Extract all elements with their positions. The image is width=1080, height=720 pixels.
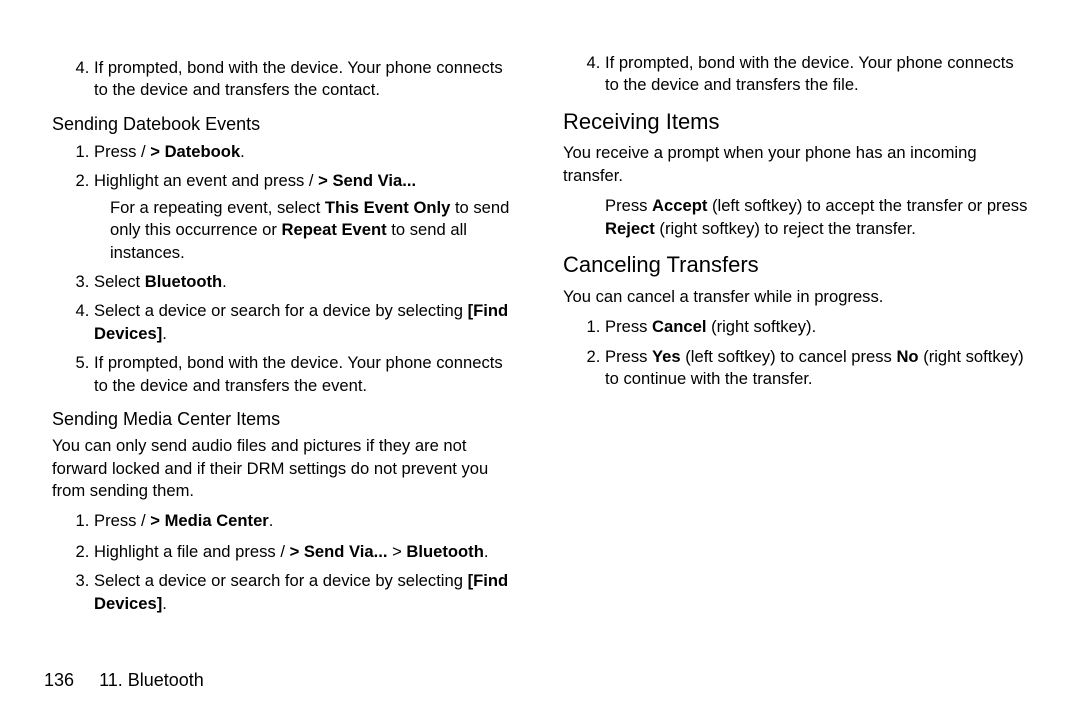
text: (left softkey) to accept the transfer or… xyxy=(707,196,1027,215)
heading-sending-datebook: Sending Datebook Events xyxy=(52,112,517,136)
chapter-title: 11. Bluetooth xyxy=(99,670,204,690)
text: > xyxy=(387,542,406,561)
canceling-text: You can cancel a transfer while in progr… xyxy=(563,286,1028,308)
text: . xyxy=(222,272,227,291)
text: Press xyxy=(605,196,652,215)
text: Select a device or search for a device b… xyxy=(94,571,468,590)
bold: Bluetooth xyxy=(406,542,483,561)
cancel-step-1: Press Cancel (right softkey). xyxy=(605,316,1028,338)
bold: This Event Only xyxy=(325,198,450,217)
content-columns: If prompted, bond with the device. Your … xyxy=(52,52,1028,638)
bold: > Send Via... xyxy=(290,542,388,561)
text: For a repeating event, select xyxy=(110,198,325,217)
text: Highlight a file and press / xyxy=(94,542,285,561)
text: Highlight an event and press / xyxy=(94,171,314,190)
datebook-step-5: If prompted, bond with the device. Your … xyxy=(94,352,517,397)
media-intro: You can only send audio files and pictur… xyxy=(52,435,517,502)
bold: > Datebook xyxy=(150,142,240,161)
media-step-1: Press / > Media Center. xyxy=(94,510,517,532)
heading-canceling: Canceling Transfers xyxy=(563,250,1028,280)
sub-note: For a repeating event, select This Event… xyxy=(110,197,517,264)
media-step-3: Select a device or search for a device b… xyxy=(94,570,517,615)
datebook-steps: Press / > Datebook. Highlight an event a… xyxy=(62,141,517,397)
receiving-text: You receive a prompt when your phone has… xyxy=(563,142,1028,187)
cancel-step-2: Press Yes (left softkey) to cancel press… xyxy=(605,346,1028,391)
datebook-step-2: Highlight an event and press / > Send Vi… xyxy=(94,170,517,264)
bold: Cancel xyxy=(652,317,706,336)
text: Press xyxy=(605,347,652,366)
text: Press xyxy=(605,317,652,336)
text: (right softkey). xyxy=(706,317,816,336)
text: . xyxy=(269,511,274,530)
heading-receiving: Receiving Items xyxy=(563,107,1028,137)
page-number: 136 xyxy=(44,670,74,690)
bold: Reject xyxy=(605,219,655,238)
text: Press / xyxy=(94,511,146,530)
contact-steps-cont: If prompted, bond with the device. Your … xyxy=(62,57,517,102)
datebook-step-3: Select Bluetooth. xyxy=(94,271,517,293)
text: (right softkey) to reject the transfer. xyxy=(655,219,916,238)
media-step-4: If prompted, bond with the device. Your … xyxy=(605,52,1028,97)
text: Select a device or search for a device b… xyxy=(94,301,468,320)
bold: > Send Via... xyxy=(318,171,416,190)
datebook-step-4: Select a device or search for a device b… xyxy=(94,300,517,345)
text: Select xyxy=(94,272,145,291)
datebook-step-1: Press / > Datebook. xyxy=(94,141,517,163)
bold: Repeat Event xyxy=(282,220,387,239)
bold: No xyxy=(896,347,918,366)
bold: > Media Center xyxy=(150,511,269,530)
text: (left softkey) to cancel press xyxy=(681,347,897,366)
contact-step-4: If prompted, bond with the device. Your … xyxy=(94,57,517,102)
page: If prompted, bond with the device. Your … xyxy=(0,0,1080,720)
page-footer: 136 11. Bluetooth xyxy=(44,668,204,692)
text: . xyxy=(240,142,245,161)
media-step-2: Highlight a file and press / > Send Via.… xyxy=(94,541,517,563)
bold: Accept xyxy=(652,196,707,215)
text: . xyxy=(162,594,167,613)
media-steps: Press / > Media Center. xyxy=(62,510,517,532)
cancel-steps: Press Cancel (right softkey). Press Yes … xyxy=(573,316,1028,390)
heading-sending-media: Sending Media Center Items xyxy=(52,407,517,431)
text: . xyxy=(484,542,489,561)
bold: Bluetooth xyxy=(145,272,222,291)
receiving-sub: Press Accept (left softkey) to accept th… xyxy=(605,195,1028,240)
bold: Yes xyxy=(652,347,681,366)
text: Press / xyxy=(94,142,146,161)
text: . xyxy=(162,324,167,343)
